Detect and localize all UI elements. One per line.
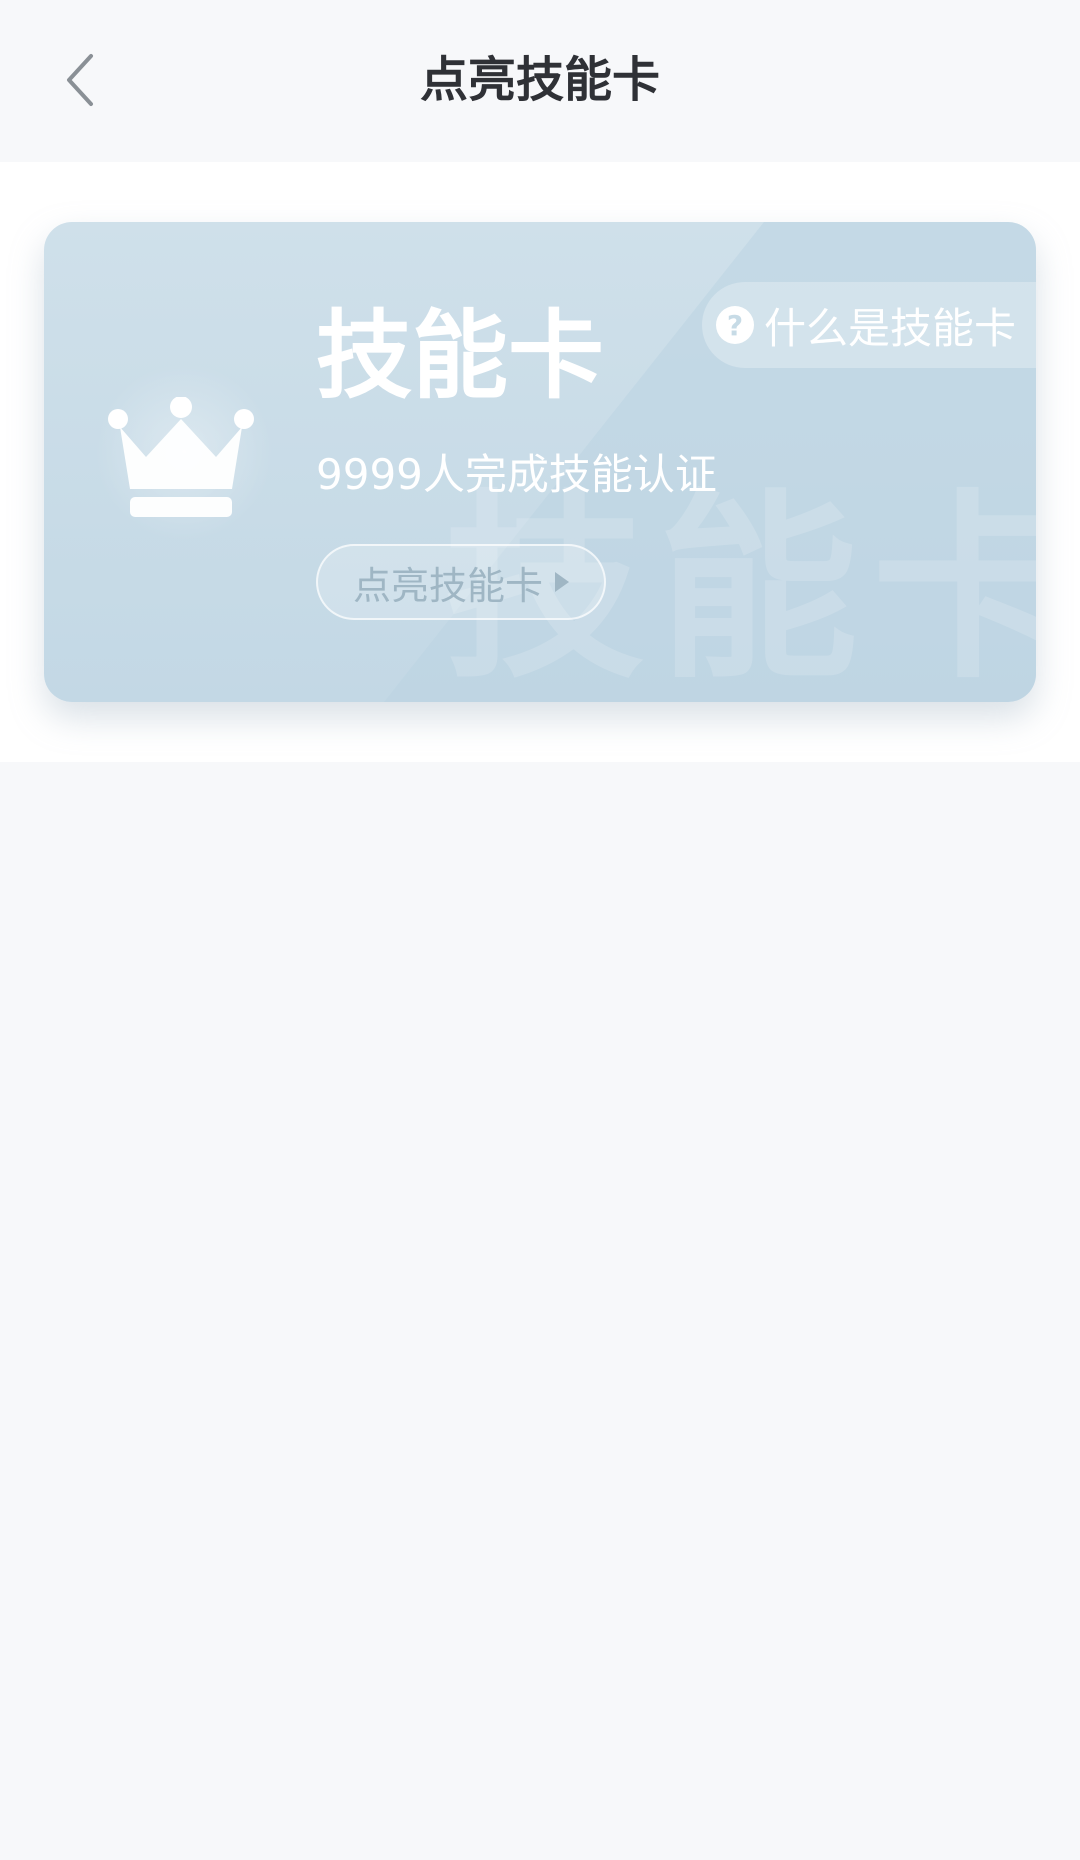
page-title: 点亮技能卡	[419, 52, 660, 108]
what-is-skill-card-button[interactable]: ? 什么是技能卡	[702, 282, 1036, 368]
navigation-bar: 点亮技能卡	[0, 0, 1080, 162]
completion-count-text: 9999人完成技能认证	[316, 450, 717, 499]
triangle-right-icon	[555, 572, 569, 592]
light-skill-card-button-label: 点亮技能卡	[352, 563, 543, 608]
what-is-skill-card-label: 什么是技能卡	[764, 303, 1017, 353]
skill-card: 技能卡 技能卡 9999人完成技能认证 点亮技能卡 ? 什么是技能卡	[44, 222, 1036, 702]
question-circle-icon: ?	[716, 306, 754, 344]
crown-icon	[108, 397, 254, 517]
light-skill-card-button[interactable]: 点亮技能卡	[316, 544, 606, 620]
card-section: 技能卡 技能卡 9999人完成技能认证 点亮技能卡 ? 什么是技能卡	[0, 162, 1080, 762]
card-title: 技能卡	[316, 300, 604, 412]
